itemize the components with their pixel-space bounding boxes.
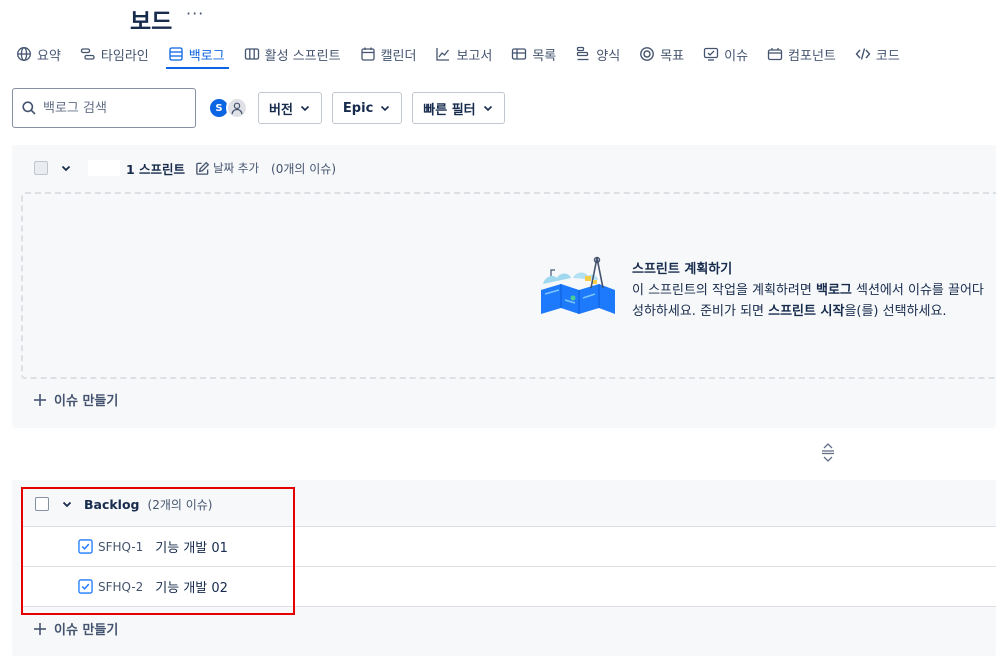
- tab-label: 타임라인: [100, 48, 149, 64]
- resize-handle-icon[interactable]: [818, 441, 838, 463]
- plan-sprint-description: 이 스프린트의 작업을 계획하려면 백로그 섹션에서 이슈를 끌어다 성하하세요…: [632, 280, 996, 322]
- sprint-name: 1 스프린트: [126, 161, 186, 177]
- tab-label: 코드: [875, 48, 900, 64]
- timeline-icon: [80, 48, 95, 60]
- tab-label: 목표: [660, 48, 685, 64]
- add-dates-label: 날짜 추가: [213, 161, 260, 175]
- header: 보드 ··· 요약 타임라인 백로그 활성 스프린트 캘린더 보고서 목록 양식…: [0, 0, 996, 70]
- tab-calendar[interactable]: 캘린더: [360, 40, 417, 68]
- sprint-planning-illustration: [541, 256, 615, 314]
- chevron-down-icon: [483, 105, 492, 112]
- component-icon: [767, 48, 783, 61]
- code-icon: [855, 48, 871, 60]
- filter-label: Epic: [342, 100, 374, 116]
- search-box[interactable]: [12, 88, 196, 128]
- tab-code[interactable]: 코드: [855, 40, 900, 68]
- list-icon: [512, 48, 527, 60]
- chart-line-icon: [436, 48, 450, 61]
- version-filter-button[interactable]: 버전: [258, 92, 322, 124]
- unassigned-avatar[interactable]: [226, 97, 248, 119]
- create-issue-label: 이슈 만들기: [54, 394, 119, 409]
- issue-count: (0개의 이슈): [271, 161, 337, 176]
- tab-list[interactable]: 목록: [511, 40, 556, 68]
- backlog-icon: [169, 47, 183, 61]
- globe-icon: [17, 47, 31, 61]
- desc-text: 을(를) 선택하세요.: [844, 304, 947, 319]
- more-actions-button[interactable]: ···: [186, 4, 204, 23]
- sprint-collapse-toggle[interactable]: [60, 162, 72, 174]
- form-icon: [577, 46, 589, 61]
- tab-forms[interactable]: 양식: [575, 40, 620, 68]
- highlight-annotation: [21, 487, 295, 615]
- tab-components[interactable]: 컴포넌트: [767, 40, 836, 68]
- target-icon: [640, 47, 655, 61]
- sprint-checkbox[interactable]: [34, 161, 48, 175]
- sprint-title: 1 스프린트: [88, 159, 185, 178]
- tab-label: 이슈: [724, 48, 749, 64]
- tab-timeline[interactable]: 타임라인: [80, 40, 149, 68]
- tab-label: 활성 스프린트: [264, 48, 341, 64]
- board-columns-icon: [244, 48, 259, 60]
- tab-label: 목록: [532, 48, 557, 64]
- filter-label: 빠른 필터: [423, 102, 476, 118]
- sprint-container: 1 스프린트 날짜 추가 (0개의 이슈) 스프린트 계획하기 이 스프린트의 …: [12, 145, 996, 428]
- tab-summary[interactable]: 요약: [16, 40, 61, 68]
- create-issue-button[interactable]: 이슈 만들기: [32, 390, 118, 409]
- tab-backlog[interactable]: 백로그: [165, 40, 229, 69]
- tab-issues[interactable]: 이슈: [703, 40, 748, 68]
- tab-label: 양식: [596, 48, 621, 64]
- chevron-down-icon: [381, 105, 390, 112]
- plus-icon: [34, 393, 46, 406]
- sprint-drop-zone[interactable]: 스프린트 계획하기 이 스프린트의 작업을 계획하려면 백로그 섹션에서 이슈를…: [21, 192, 996, 379]
- page-title: 보드: [130, 9, 173, 35]
- user-icon: [231, 102, 243, 115]
- add-dates-button[interactable]: 날짜 추가: [195, 160, 259, 176]
- filter-label: 버전: [269, 102, 293, 118]
- chevron-down-icon: [61, 165, 71, 172]
- edit-icon: [196, 161, 210, 175]
- plan-sprint-title: 스프린트 계획하기: [632, 262, 733, 277]
- assignee-filter: S: [208, 97, 248, 119]
- search-icon: [22, 101, 36, 115]
- quick-filter-button[interactable]: 빠른 필터: [412, 92, 505, 124]
- desc-bold-start-sprint: 스프린트 시작: [768, 304, 845, 319]
- tab-label: 요약: [37, 48, 61, 64]
- tab-reports[interactable]: 보고서: [435, 40, 492, 68]
- project-tabs: 요약 타임라인 백로그 활성 스프린트 캘린더 보고서 목록 양식 목표 이슈 …: [0, 40, 996, 69]
- sprint-header: 1 스프린트 날짜 추가 (0개의 이슈): [12, 145, 996, 191]
- tab-active-sprint[interactable]: 활성 스프린트: [244, 40, 341, 68]
- tab-goals[interactable]: 목표: [639, 40, 684, 68]
- backlog-toolbar: S 버전 Epic 빠른 필터: [12, 88, 505, 128]
- create-issue-button[interactable]: 이슈 만들기: [32, 619, 118, 638]
- search-input[interactable]: [43, 100, 183, 116]
- redacted-text: [88, 160, 120, 176]
- calendar-icon: [360, 47, 375, 61]
- desc-text: 섹션에서 이슈를 끌어다: [851, 283, 984, 298]
- tab-label: 캘린더: [380, 48, 417, 64]
- plus-icon: [34, 622, 46, 635]
- create-issue-label: 이슈 만들기: [54, 623, 119, 638]
- tab-label: 보고서: [456, 48, 493, 64]
- issue-icon: [703, 47, 719, 61]
- chevron-down-icon: [300, 105, 309, 112]
- desc-text: 성하하세요. 준비가 되면: [632, 304, 769, 319]
- desc-bold-backlog: 백로그: [815, 283, 852, 298]
- tab-label: 백로그: [188, 48, 225, 64]
- tab-label: 컴포넌트: [788, 48, 836, 64]
- desc-text: 이 스프린트의 작업을 계획하려면: [632, 283, 816, 298]
- epic-filter-button[interactable]: Epic: [331, 92, 403, 124]
